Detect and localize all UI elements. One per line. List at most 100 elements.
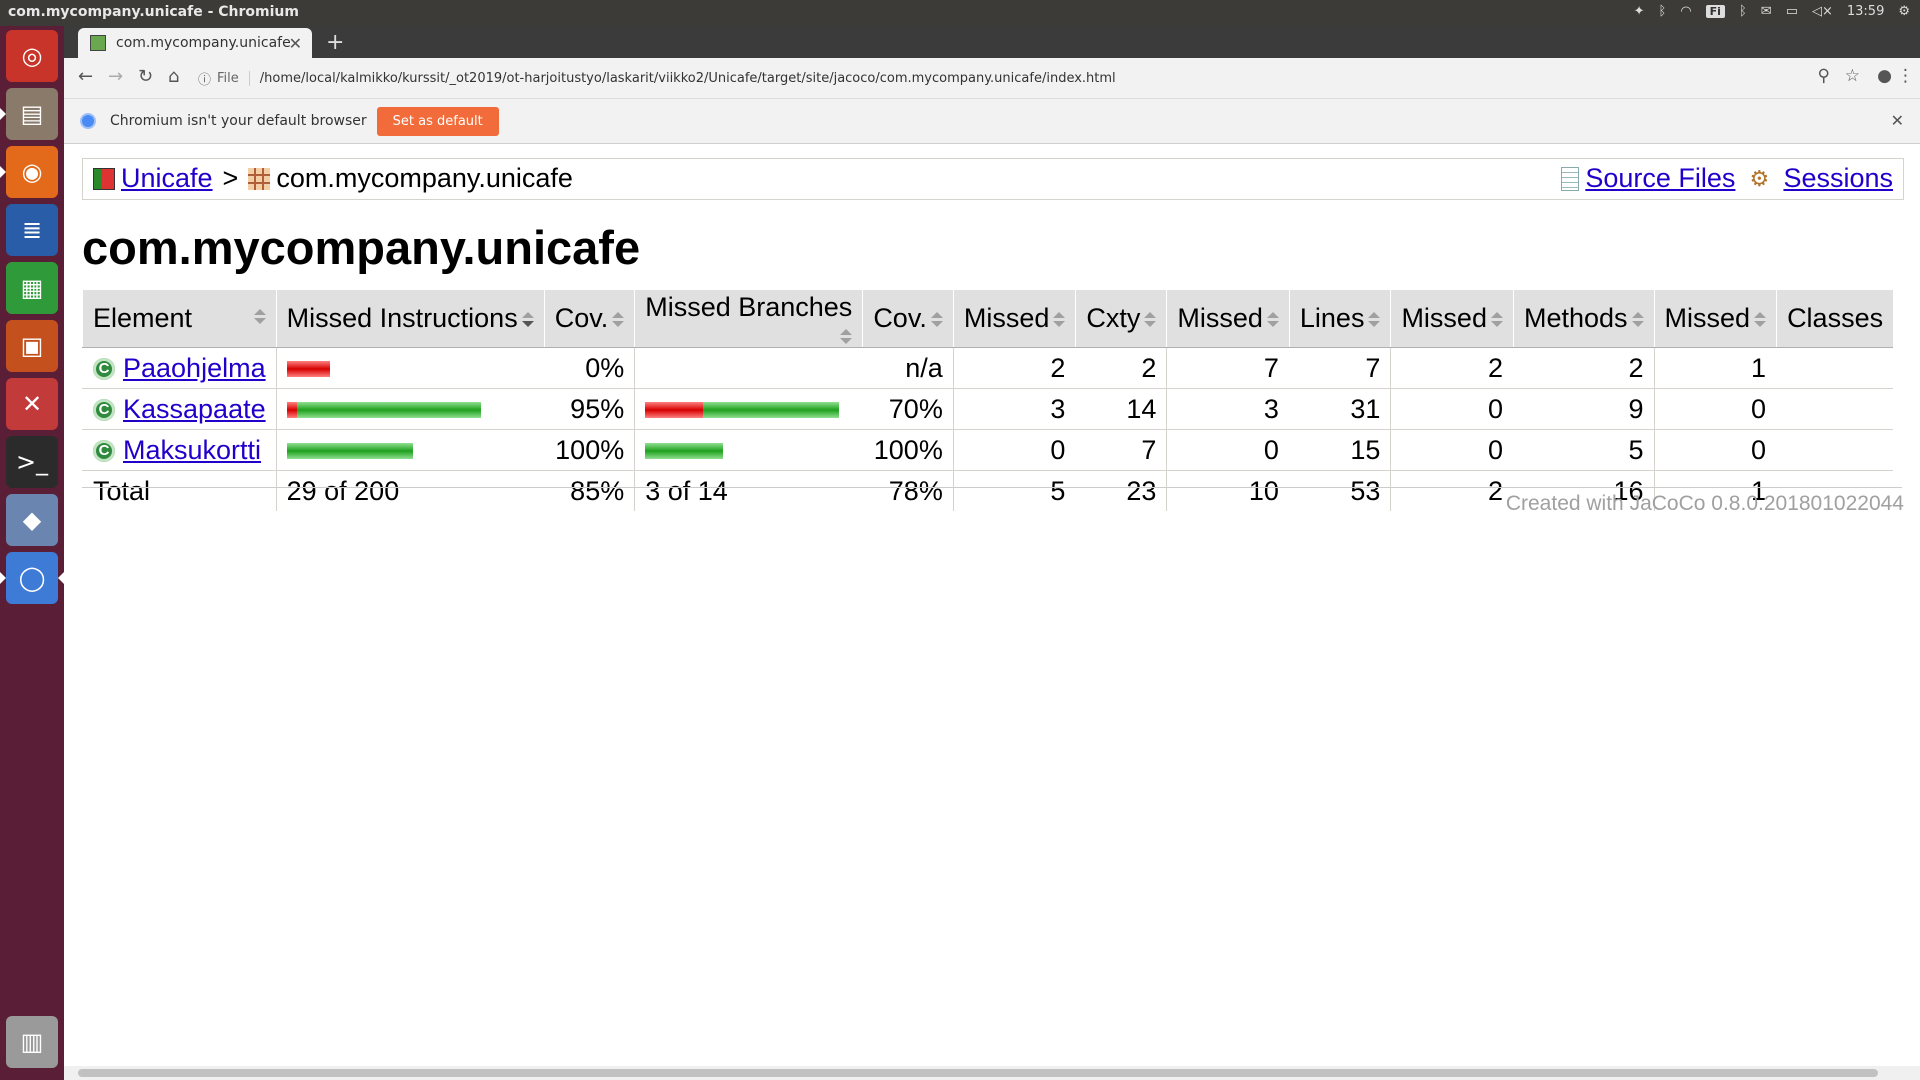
cxty: 14 (1075, 388, 1167, 430)
sort-icon[interactable] (1368, 311, 1381, 328)
lines-missed: 3 (1166, 388, 1290, 430)
back-icon[interactable]: ← (78, 66, 93, 87)
total-branch-cov: 78% (862, 470, 954, 511)
methods: 5 (1512, 429, 1655, 471)
infobar-message: Chromium isn't your default browser (110, 113, 367, 129)
infobar-close-icon[interactable]: ✕ (1891, 111, 1904, 130)
profile-icon[interactable]: ● (1877, 66, 1892, 86)
instr-cov: 0% (543, 347, 635, 389)
sessions-link[interactable]: Sessions (1783, 163, 1893, 194)
branches-bar (645, 443, 724, 460)
instructions-bar-covered (296, 402, 481, 419)
methods-missed: 0 (1390, 388, 1514, 430)
tab-strip: com.mycompany.unicafe ✕ + (64, 26, 1920, 58)
sort-icon[interactable] (1144, 311, 1157, 328)
bluetooth-icon[interactable]: ᛒ (1659, 4, 1667, 19)
sort-icon[interactable] (1490, 311, 1503, 328)
cxty: 2 (1075, 347, 1167, 389)
firefox-icon[interactable]: ◉ (0, 146, 58, 198)
col-missed-cxty[interactable]: Missed (952, 290, 1076, 348)
col-missed-methods[interactable]: Missed (1390, 290, 1514, 348)
default-browser-infobar: Chromium isn't your default browser Set … (64, 99, 1920, 144)
lines: 7 (1288, 347, 1391, 389)
total-branches: 3 of 14 (634, 470, 863, 511)
col-missed-instructions[interactable]: Missed Instructions (275, 290, 545, 348)
scrollbar-thumb[interactable] (78, 1069, 1878, 1077)
network-icon[interactable]: ✦ (1634, 4, 1645, 19)
virtualbox-icon[interactable]: ◆ (6, 494, 58, 546)
instructions-bar-cell (275, 347, 545, 389)
classes-missed: 1 (1653, 347, 1777, 389)
terminal-icon[interactable]: >_ (6, 436, 58, 488)
branches-bar (645, 402, 840, 419)
jacoco-link[interactable]: JaCoCo (1630, 492, 1706, 515)
chromium-icon[interactable]: ◯ (0, 552, 64, 604)
col-cxty[interactable]: Cxty (1075, 290, 1167, 348)
col-lines[interactable]: Lines (1288, 290, 1391, 348)
reload-icon[interactable]: ↻ (138, 66, 153, 87)
sort-icon[interactable] (1266, 311, 1279, 328)
col-missed-classes-label: Missed (1664, 303, 1751, 333)
settings-icon[interactable]: ✕ (6, 378, 58, 430)
new-tab-icon[interactable]: + (326, 30, 344, 55)
ubuntu-dash-icon[interactable]: ◎ (6, 30, 58, 82)
col-element[interactable]: Element (82, 290, 277, 348)
volume-icon[interactable]: ◁× (1812, 4, 1833, 19)
tab-close-icon[interactable]: ✕ (289, 34, 302, 53)
class-link[interactable]: Kassapaate (123, 394, 266, 424)
address-url[interactable]: /home/local/kalmikko/kurssit/_ot2019/ot-… (260, 71, 1116, 86)
breadcrumb-root-link[interactable]: Unicafe (121, 163, 213, 194)
col-missed-branches[interactable]: Missed Branches (634, 290, 863, 348)
calc-icon[interactable]: ▦ (6, 262, 58, 314)
classes (1776, 429, 1894, 471)
class-link[interactable]: Maksukortti (123, 435, 261, 465)
class-link[interactable]: Paaohjelma (123, 353, 266, 383)
col-missed-instructions-label: Missed Instructions (286, 303, 518, 333)
col-missed-classes[interactable]: Missed (1653, 290, 1777, 348)
menu-icon[interactable]: ⋮ (1897, 66, 1914, 86)
sort-icon[interactable] (840, 329, 853, 345)
sort-icon[interactable] (930, 311, 943, 328)
col-classes[interactable]: Classes (1776, 290, 1894, 348)
lines-missed: 7 (1166, 347, 1290, 389)
col-lines-label: Lines (1299, 303, 1365, 333)
col-missed-branches-label: Missed Branches (645, 292, 853, 322)
instructions-bar (286, 402, 481, 419)
impress-icon[interactable]: ▣ (6, 320, 58, 372)
col-branch-cov[interactable]: Cov. (862, 290, 954, 348)
trash-icon[interactable]: ▥ (6, 1016, 58, 1068)
sort-icon[interactable] (1631, 311, 1644, 328)
files-icon[interactable]: ▤ (0, 88, 58, 140)
address-bar[interactable]: ⓘ File /home/local/kalmikko/kurssit/_ot2… (198, 64, 1818, 92)
settings-gear-icon[interactable]: ⚙ (1898, 4, 1910, 19)
col-instr-cov[interactable]: Cov. (543, 290, 635, 348)
forward-icon[interactable]: → (108, 66, 123, 87)
sort-down-icon[interactable] (521, 311, 534, 328)
mail-icon[interactable]: ✉ (1761, 4, 1772, 19)
col-methods[interactable]: Methods (1512, 290, 1655, 348)
source-files-link[interactable]: Source Files (1585, 163, 1735, 194)
sort-icon[interactable] (253, 309, 266, 325)
horizontal-scrollbar[interactable] (64, 1066, 1920, 1080)
total-instructions: 29 of 200 (275, 470, 545, 511)
branches-bar-covered (703, 402, 840, 419)
bluetooth-status-icon[interactable]: ᛒ (1739, 4, 1747, 19)
zoom-icon[interactable]: ⚲ (1818, 66, 1830, 86)
wifi-icon[interactable]: ◠ (1680, 4, 1691, 19)
keyboard-layout-indicator[interactable]: Fi (1705, 5, 1725, 18)
battery-icon[interactable]: ▭ (1786, 4, 1798, 19)
bookmark-star-icon[interactable]: ☆ (1845, 66, 1860, 86)
col-missed-lines[interactable]: Missed (1166, 290, 1290, 348)
address-scheme: File (217, 70, 250, 86)
sort-icon[interactable] (1754, 311, 1767, 328)
set-default-button[interactable]: Set as default (376, 106, 499, 136)
info-icon[interactable]: ⓘ (198, 69, 211, 88)
browser-tab[interactable]: com.mycompany.unicafe ✕ (78, 28, 312, 58)
col-methods-label: Methods (1523, 303, 1628, 333)
sort-icon[interactable] (1053, 311, 1066, 328)
writer-icon[interactable]: ≣ (6, 204, 58, 256)
clock[interactable]: 13:59 (1847, 4, 1884, 19)
home-icon[interactable]: ⌂ (168, 66, 179, 87)
sort-icon[interactable] (612, 311, 625, 328)
report-favicon (90, 35, 106, 51)
